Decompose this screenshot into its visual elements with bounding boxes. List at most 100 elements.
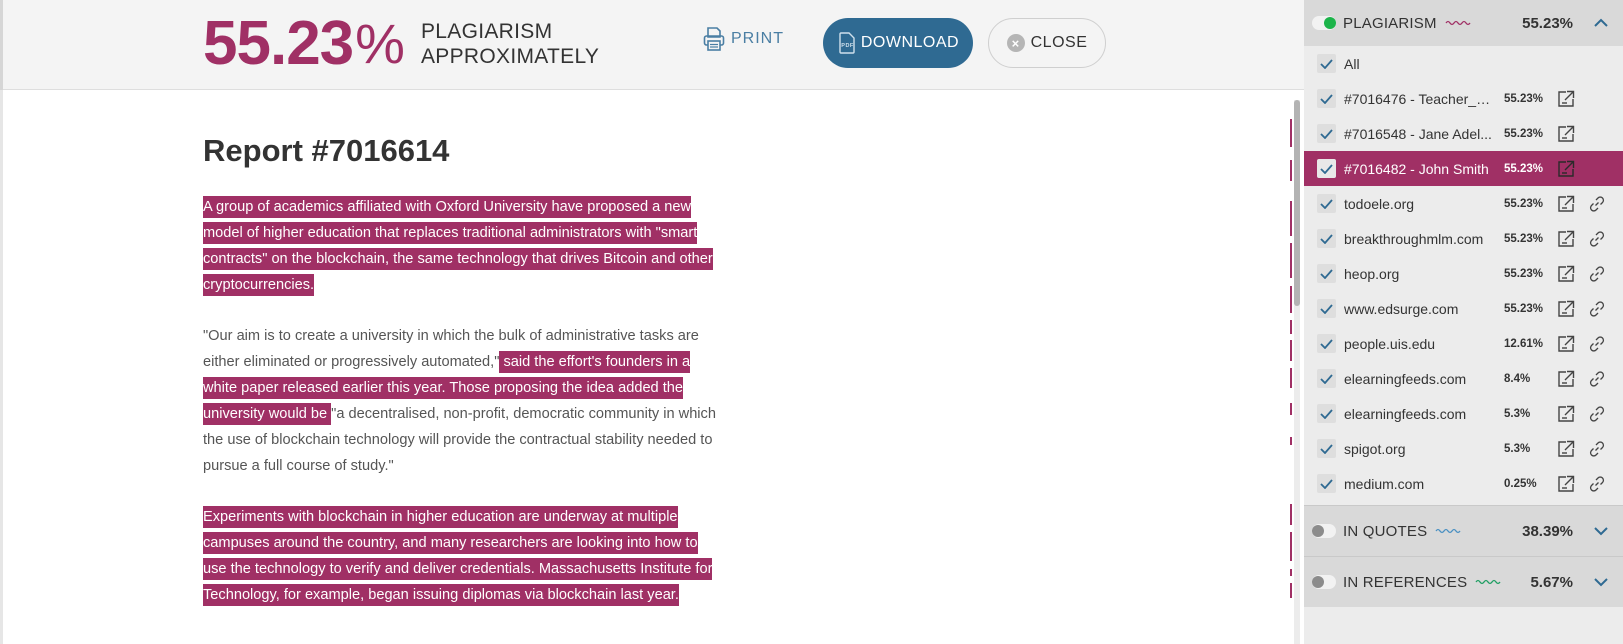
source-checkbox[interactable] (1317, 474, 1336, 493)
match-marker[interactable] (1290, 243, 1292, 278)
match-marker[interactable] (1290, 119, 1292, 147)
open-external-icon[interactable] (1557, 475, 1575, 493)
print-button[interactable]: PRINT (703, 26, 784, 52)
source-checkbox[interactable] (1317, 264, 1336, 283)
chevron-down-icon[interactable] (1591, 521, 1611, 541)
quotes-section-header[interactable]: IN QUOTES 38.39% (1304, 505, 1623, 556)
source-checkbox[interactable] (1317, 299, 1336, 318)
source-label: #7016482 - John Smith (1344, 160, 1489, 177)
source-item[interactable]: elearningfeeds.com 5.3% (1304, 396, 1623, 431)
source-item[interactable]: spigot.org 5.3% (1304, 431, 1623, 466)
source-checkbox[interactable] (1317, 159, 1336, 178)
checkmark-icon (1320, 338, 1333, 349)
match-marker[interactable] (1290, 201, 1292, 236)
references-section-label: IN REFERENCES (1343, 574, 1501, 591)
source-checkbox[interactable] (1317, 404, 1336, 423)
source-checkbox[interactable] (1317, 439, 1336, 458)
link-icon[interactable] (1588, 405, 1606, 423)
link-icon[interactable] (1588, 335, 1606, 353)
plagiarism-squiggle-icon (1445, 20, 1471, 26)
source-checkbox[interactable] (1317, 369, 1336, 388)
checkmark-icon (1320, 128, 1333, 139)
source-item[interactable]: todoele.org 55.23% (1304, 186, 1623, 221)
document-scrollbar-thumb[interactable] (1294, 100, 1300, 306)
close-button[interactable]: × CLOSE (988, 18, 1106, 68)
source-item[interactable]: #7016476 - Teacher_G... 55.23% (1304, 81, 1623, 116)
chevron-up-icon[interactable] (1591, 13, 1611, 33)
source-item-all[interactable]: All (1304, 46, 1623, 81)
references-section-header[interactable]: IN REFERENCES 5.67% (1304, 556, 1623, 607)
quotes-label-text: IN QUOTES (1343, 522, 1428, 540)
references-toggle[interactable] (1312, 575, 1336, 589)
matched-text[interactable]: A group of academics affiliated with Oxf… (203, 196, 713, 296)
open-external-icon[interactable] (1557, 265, 1575, 283)
match-marker[interactable] (1290, 340, 1292, 361)
printer-icon (703, 27, 725, 51)
source-item[interactable]: breakthroughmlm.com 55.23% (1304, 221, 1623, 256)
source-label: elearningfeeds.com (1344, 405, 1467, 422)
source-label: #7016476 - Teacher_G... (1344, 90, 1494, 107)
chevron-down-icon[interactable] (1591, 572, 1611, 592)
checkmark-icon (1320, 233, 1333, 244)
source-percent: 55.23% (1504, 302, 1544, 315)
source-item[interactable]: heop.org 55.23% (1304, 256, 1623, 291)
open-external-icon[interactable] (1557, 90, 1575, 108)
link-icon[interactable] (1588, 440, 1606, 458)
open-external-icon[interactable] (1557, 405, 1575, 423)
link-icon[interactable] (1588, 265, 1606, 283)
match-marker[interactable] (1290, 160, 1292, 181)
source-item[interactable]: medium.com 0.25% (1304, 466, 1623, 501)
source-item[interactable]: elearningfeeds.com 8.4% (1304, 361, 1623, 396)
source-list: All #7016476 - Teacher_G... 55.23% #7016548… (1304, 46, 1623, 501)
match-marker[interactable] (1290, 504, 1292, 525)
match-marker[interactable] (1290, 286, 1292, 313)
source-checkbox[interactable] (1317, 229, 1336, 248)
source-checkbox[interactable] (1317, 54, 1336, 73)
match-marker[interactable] (1290, 569, 1292, 576)
source-item[interactable]: #7016548 - Jane Adel... 55.23% (1304, 116, 1623, 151)
source-percent: 12.61% (1504, 337, 1544, 350)
toggle-knob (1312, 576, 1324, 588)
match-marker[interactable] (1290, 320, 1292, 334)
svg-text:PDF: PDF (841, 43, 854, 49)
paragraph-2: "Our aim is to create a university in wh… (203, 323, 723, 479)
source-label: breakthroughmlm.com (1344, 230, 1484, 247)
match-marker[interactable] (1290, 583, 1292, 598)
references-squiggle-icon (1475, 579, 1501, 585)
match-marker[interactable] (1290, 403, 1292, 415)
open-external-icon[interactable] (1557, 370, 1575, 388)
link-icon[interactable] (1588, 475, 1606, 493)
link-icon[interactable] (1588, 300, 1606, 318)
open-external-icon[interactable] (1557, 195, 1575, 213)
open-external-icon[interactable] (1557, 335, 1575, 353)
open-external-icon[interactable] (1557, 125, 1575, 143)
source-item[interactable]: people.uis.edu 12.61% (1304, 326, 1623, 361)
link-icon[interactable] (1588, 195, 1606, 213)
match-marker[interactable] (1290, 368, 1292, 388)
open-external-icon[interactable] (1557, 160, 1575, 178)
open-external-icon[interactable] (1557, 300, 1575, 318)
checkmark-icon (1320, 408, 1333, 419)
source-item[interactable]: #7016482 - John Smith 55.23% (1304, 151, 1623, 186)
source-percent: 55.23% (1504, 197, 1544, 210)
source-checkbox[interactable] (1317, 89, 1336, 108)
open-external-icon[interactable] (1557, 230, 1575, 248)
match-marker[interactable] (1290, 532, 1292, 561)
link-icon[interactable] (1588, 370, 1606, 388)
matched-text[interactable]: Experiments with blockchain in higher ed… (203, 506, 713, 606)
toggle-knob (1312, 525, 1324, 537)
source-checkbox[interactable] (1317, 194, 1336, 213)
source-checkbox[interactable] (1317, 334, 1336, 353)
quotes-toggle[interactable] (1312, 524, 1336, 538)
open-external-icon[interactable] (1557, 440, 1575, 458)
match-marker[interactable] (1290, 437, 1292, 445)
link-icon[interactable] (1588, 230, 1606, 248)
plagiarism-toggle[interactable] (1312, 16, 1336, 30)
source-percent: 55.23% (1504, 232, 1544, 245)
print-label: PRINT (731, 30, 784, 47)
plagiarism-section-header[interactable]: PLAGIARISM 55.23% (1304, 0, 1623, 46)
quotes-percent: 38.39% (1522, 522, 1573, 540)
source-checkbox[interactable] (1317, 124, 1336, 143)
download-button[interactable]: PDF DOWNLOAD (823, 18, 973, 68)
source-item[interactable]: www.edsurge.com 55.23% (1304, 291, 1623, 326)
